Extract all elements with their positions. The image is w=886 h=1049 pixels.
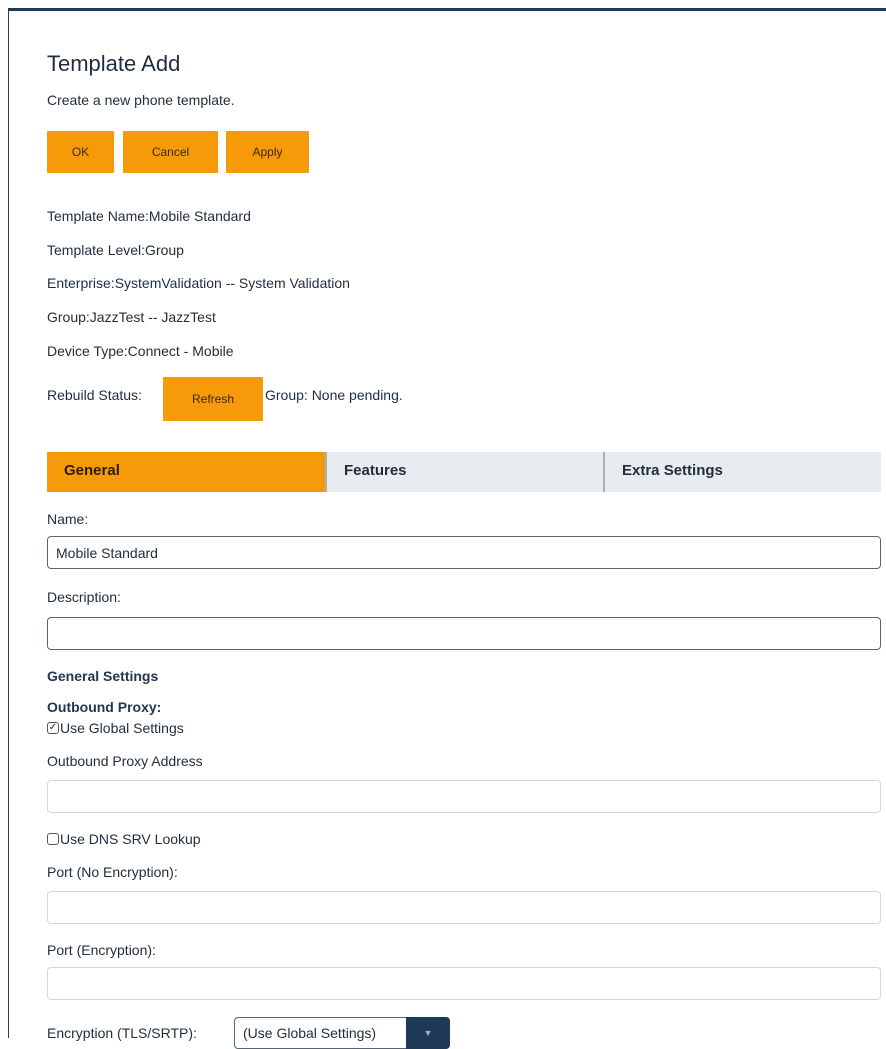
port-encryption-label: Port (Encryption): <box>47 942 156 958</box>
outbound-proxy-address-field[interactable] <box>47 780 881 813</box>
refresh-button[interactable]: Refresh <box>163 377 263 421</box>
use-dns-srv-row[interactable]: Use DNS SRV Lookup <box>47 831 201 847</box>
group-info: Group:JazzTest -- JazzTest <box>47 309 216 325</box>
apply-button[interactable]: Apply <box>226 131 309 173</box>
page-subtitle: Create a new phone template. <box>47 92 235 108</box>
tab-features[interactable]: Features <box>325 452 603 492</box>
description-field[interactable] <box>47 617 881 650</box>
tab-extra-settings[interactable]: Extra Settings <box>603 452 881 492</box>
use-dns-srv-checkbox[interactable] <box>47 833 59 845</box>
rebuild-status-label: Rebuild Status: <box>47 387 142 403</box>
description-label: Description: <box>47 589 121 605</box>
chevron-down-icon[interactable]: ▼ <box>406 1017 450 1049</box>
outbound-proxy-address-label: Outbound Proxy Address <box>47 753 203 769</box>
tab-bar: General Features Extra Settings <box>47 452 881 492</box>
template-level-info: Template Level:Group <box>47 242 184 258</box>
page-title: Template Add <box>47 51 181 76</box>
outbound-proxy-heading: Outbound Proxy: <box>47 699 162 715</box>
page-frame: Template Add Create a new phone template… <box>8 8 886 1049</box>
general-settings-heading: General Settings <box>47 668 159 684</box>
use-dns-srv-label: Use DNS SRV Lookup <box>60 831 201 847</box>
port-encryption-field[interactable] <box>47 967 881 1000</box>
encryption-select[interactable]: (Use Global Settings) ▼ <box>234 1017 450 1049</box>
rebuild-status-value: Group: None pending. <box>265 387 403 403</box>
template-name-info: Template Name:Mobile Standard <box>47 208 251 224</box>
encryption-label: Encryption (TLS/SRTP): <box>47 1025 197 1041</box>
name-field[interactable] <box>47 536 881 569</box>
use-global-settings-label: Use Global Settings <box>60 720 184 736</box>
use-global-settings-checkbox[interactable]: ✓ <box>47 722 59 734</box>
ok-button[interactable]: OK <box>47 131 114 173</box>
device-type-info: Device Type:Connect - Mobile <box>47 343 234 359</box>
cancel-button[interactable]: Cancel <box>123 131 218 173</box>
use-global-settings-row[interactable]: ✓ Use Global Settings <box>47 720 184 736</box>
port-no-encryption-field[interactable] <box>47 891 881 924</box>
tab-general[interactable]: General <box>47 452 325 492</box>
port-no-encryption-label: Port (No Encryption): <box>47 864 178 880</box>
encryption-select-value[interactable]: (Use Global Settings) <box>234 1017 406 1049</box>
enterprise-info: Enterprise:SystemValidation -- System Va… <box>47 275 350 291</box>
name-label: Name: <box>47 511 89 527</box>
